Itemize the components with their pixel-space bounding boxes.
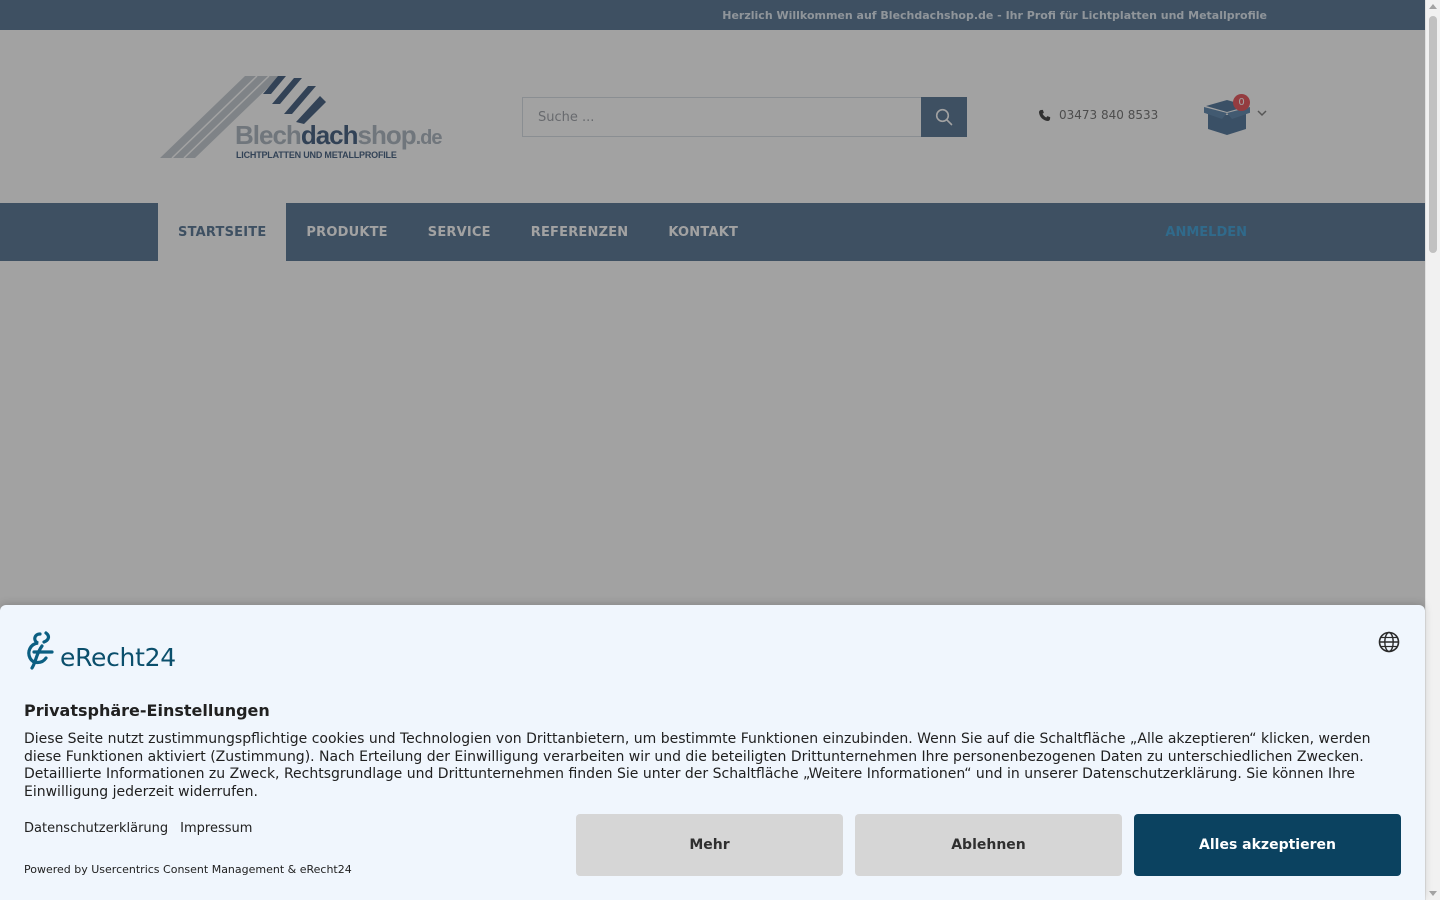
consent-description: Diese Seite nutzt zustimmungspflichtige … <box>24 731 1371 800</box>
scroll-down-arrow-icon[interactable] <box>1429 891 1437 896</box>
imprint-link[interactable]: Impressum <box>180 821 252 836</box>
consent-links: Datenschutzerklärung Impressum <box>24 821 252 836</box>
erecht24-logo: eRecht24 <box>24 630 176 670</box>
cookie-consent-banner: eRecht24 Privatsphäre-Einstellungen Dies… <box>0 605 1425 900</box>
consent-title: Privatsphäre-Einstellungen <box>24 701 270 720</box>
powered-by-text: Powered by Usercentrics Consent Manageme… <box>24 863 352 876</box>
erecht24-brand-text: eRecht24 <box>60 643 176 672</box>
erecht24-mark-icon <box>27 631 54 670</box>
more-button[interactable]: Mehr <box>576 814 843 876</box>
privacy-policy-link[interactable]: Datenschutzerklärung <box>24 821 168 836</box>
scroll-up-arrow-icon[interactable] <box>1429 4 1437 9</box>
accept-all-button[interactable]: Alles akzeptieren <box>1134 814 1401 876</box>
page-scrollbar[interactable] <box>1425 0 1440 900</box>
decline-button[interactable]: Ablehnen <box>855 814 1122 876</box>
globe-icon[interactable] <box>1378 631 1400 653</box>
scrollbar-thumb[interactable] <box>1429 16 1437 253</box>
